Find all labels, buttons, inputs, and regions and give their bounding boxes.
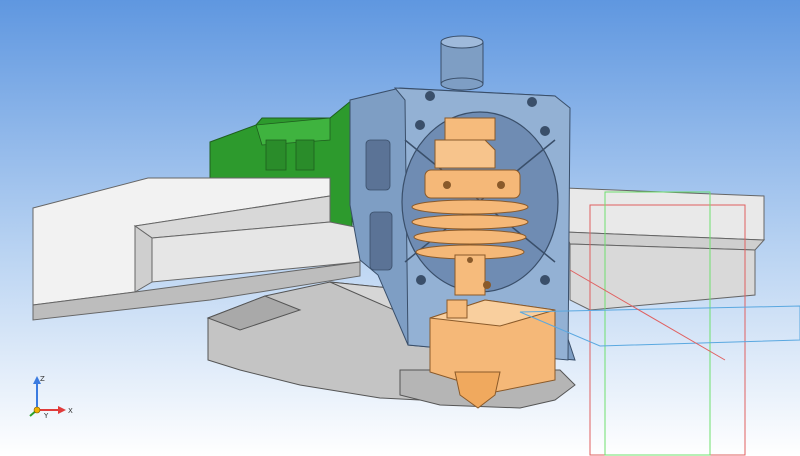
3d-viewport[interactable]: Z X Y	[0, 0, 800, 456]
z-axis-label: Z	[40, 375, 45, 383]
x-axis-label: X	[68, 407, 73, 415]
y-axis-label: Y	[43, 412, 49, 420]
x-axis-arrow	[58, 406, 66, 414]
filament-inlet[interactable]	[440, 35, 484, 91]
linear-rail-right[interactable]	[564, 187, 766, 311]
triad-origin	[33, 406, 41, 414]
model-scene[interactable]	[0, 0, 800, 456]
axis-triad: Z X Y	[29, 375, 73, 420]
